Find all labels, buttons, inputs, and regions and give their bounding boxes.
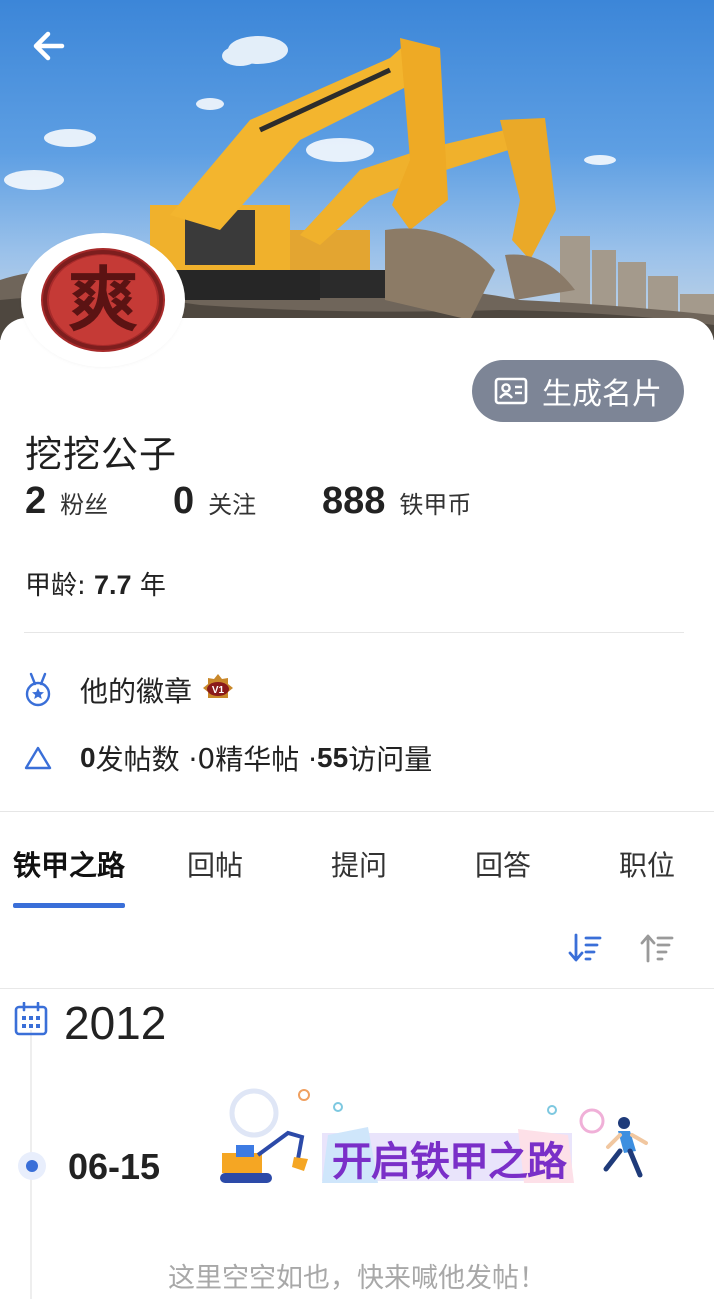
calendar-icon — [14, 1001, 48, 1036]
following-label: 关注 — [208, 491, 257, 519]
badge-text: V1 — [212, 685, 225, 696]
membership-age: 甲龄: 7.7 年 — [25, 565, 166, 602]
sort-ascending-icon[interactable] — [640, 932, 676, 964]
essence-label: 精华帖 · — [215, 743, 318, 776]
essence-count: 0 — [197, 741, 216, 775]
medal-icon — [22, 672, 54, 708]
generate-card-button[interactable]: 生成名片 — [472, 360, 684, 422]
activity-row: 0 发帖数 · 0 精华帖 · 55 访问量 — [22, 738, 432, 778]
badges-label: 他的徽章 — [80, 675, 193, 708]
tab-replies[interactable]: 回帖 — [187, 844, 243, 884]
visits-count: 55 — [317, 742, 349, 773]
tab-questions[interactable]: 提问 — [331, 844, 387, 884]
coins-label: 铁甲币 — [399, 491, 472, 519]
divider — [0, 811, 714, 812]
banner-text: 开启铁甲之路 — [332, 1139, 568, 1185]
tab-jobs[interactable]: 职位 — [619, 844, 675, 884]
following-count: 0 — [173, 480, 195, 522]
triangle-icon — [22, 740, 54, 776]
fans-count: 2 — [25, 480, 47, 522]
start-iron-road-banner: 开启铁甲之路 — [218, 1085, 658, 1195]
age-value: 7.7 — [94, 570, 132, 600]
profile-stats: 2 粉丝 0 关注 888 铁甲币 — [0, 480, 714, 530]
divider — [24, 632, 684, 633]
id-card-icon — [494, 377, 528, 405]
back-arrow-icon[interactable] — [28, 26, 72, 66]
tab-iron-road[interactable]: 铁甲之路 — [13, 844, 125, 884]
age-label: 甲龄: — [25, 571, 95, 601]
fans-label: 粉丝 — [60, 491, 109, 519]
posts-label: 发帖数 · — [95, 743, 198, 776]
profile-tabs: 铁甲之路 回帖 提问 回答 职位 — [0, 836, 714, 908]
sort-descending-icon[interactable] — [568, 932, 604, 964]
generate-card-label: 生成名片 — [542, 377, 662, 412]
username: 挖挖公子 — [25, 433, 177, 476]
badges-row[interactable]: 他的徽章 V1 — [22, 670, 234, 710]
divider — [0, 988, 714, 989]
stat-fans[interactable]: 2 粉丝 — [25, 480, 108, 523]
stat-following[interactable]: 0 关注 — [173, 480, 256, 523]
empty-state-text: 这里空空如也，快来喊他发帖！ — [168, 1263, 546, 1294]
coins-count: 888 — [322, 480, 386, 522]
mini-excavator-icon — [220, 1130, 308, 1183]
active-tab-indicator — [13, 903, 125, 908]
posts-count: 0 — [80, 742, 96, 773]
avatar[interactable]: 爽 — [24, 236, 182, 364]
running-man-icon — [603, 1117, 648, 1178]
stat-coins[interactable]: 888 铁甲币 — [322, 480, 471, 523]
timeline-dot — [18, 1152, 46, 1180]
timeline-date: 06-15 — [68, 1146, 161, 1187]
tab-answers[interactable]: 回答 — [475, 844, 531, 884]
v1-badge-icon: V1 — [202, 672, 234, 709]
age-unit: 年 — [131, 571, 166, 601]
avatar-glyph: 爽 — [68, 259, 138, 341]
visits-label: 访问量 — [348, 743, 433, 776]
timeline-year: 2012 — [64, 997, 167, 1049]
